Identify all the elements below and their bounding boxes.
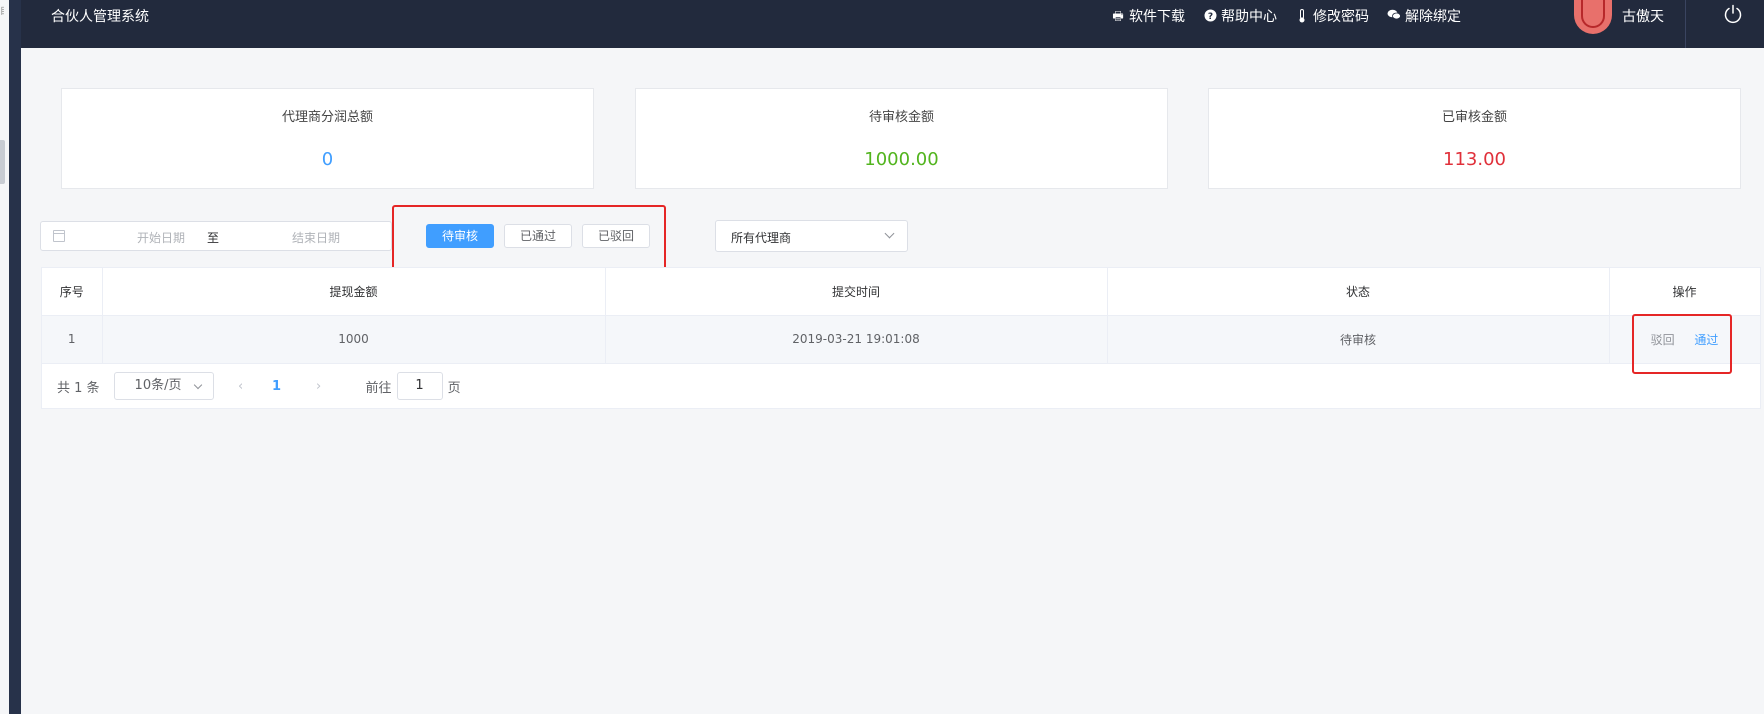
top-nav: 🖶 软件下载 ? 帮助中心 修改密码 解除绑定 xyxy=(1111,6,1461,26)
sidebar-tab[interactable] xyxy=(0,140,5,184)
col-index: 序号 xyxy=(42,268,103,316)
stat-card-reviewed-amount: 已审核金额 113.00 xyxy=(1208,88,1741,189)
nav-software-download[interactable]: 🖶 软件下载 xyxy=(1111,6,1185,26)
nav-label: 帮助中心 xyxy=(1221,9,1277,25)
pagination-total: 共 1 条 xyxy=(57,380,100,396)
end-date-input[interactable]: 结束日期 xyxy=(266,229,366,246)
cell-status: 待审核 xyxy=(1107,315,1610,364)
cell-time: 2019-03-21 19:01:08 xyxy=(605,315,1108,364)
stat-label: 代理商分润总额 xyxy=(281,110,373,125)
next-page-icon[interactable]: › xyxy=(302,379,336,394)
stat-card-pending-amount: 待审核金额 1000.00 xyxy=(635,88,1168,189)
avatar[interactable] xyxy=(1574,0,1612,34)
goto-label: 前往 xyxy=(365,380,392,396)
chevron-down-icon xyxy=(193,380,202,390)
withdrawal-table: 序号 提现金额 提交时间 状态 操作 1 1000 2019-03-21 19:… xyxy=(41,267,1761,409)
cell-amount: 1000 xyxy=(102,315,606,364)
header-divider xyxy=(1685,0,1686,48)
top-bar: 合伙人管理系统 🖶 软件下载 ? 帮助中心 修改密码 解除绑定 古傲天 xyxy=(21,0,1764,48)
table-header-row: 序号 提现金额 提交时间 状态 操作 xyxy=(42,268,1761,316)
printer-icon: 🖶 xyxy=(1112,9,1124,23)
sidebar-mark: 目 xyxy=(0,4,4,28)
start-date-input[interactable]: 开始日期 xyxy=(111,229,211,246)
chat-icon xyxy=(1387,9,1401,23)
goto-page-input[interactable]: 1 xyxy=(396,372,443,400)
power-icon[interactable] xyxy=(1723,4,1743,24)
page-size-value: 10条/页 xyxy=(134,378,182,393)
user-name[interactable]: 古傲天 xyxy=(1622,6,1664,26)
col-amount: 提现金额 xyxy=(102,268,606,316)
prev-page-icon[interactable]: ‹ xyxy=(224,379,258,394)
help-icon: ? xyxy=(1203,9,1217,23)
nav-label: 解除绑定 xyxy=(1405,9,1461,25)
actions-highlight xyxy=(1632,314,1732,374)
app-title: 合伙人管理系统 xyxy=(51,9,149,25)
nav-label: 修改密码 xyxy=(1313,9,1369,25)
pagination: 共 1 条 10条/页 ‹ 1 › 前往 1 页 xyxy=(57,371,461,401)
status-filter-highlight xyxy=(392,205,666,271)
stat-label: 已审核金额 xyxy=(1441,110,1507,125)
page-suffix: 页 xyxy=(447,380,461,396)
page-size-select[interactable]: 10条/页 xyxy=(113,372,214,400)
sidebar-strip xyxy=(0,0,9,714)
agent-select-value: 所有代理商 xyxy=(731,231,792,245)
agent-select[interactable]: 所有代理商 xyxy=(715,220,908,252)
stat-label: 待审核金额 xyxy=(868,110,934,125)
stat-value: 0 xyxy=(321,149,334,170)
svg-text:?: ? xyxy=(1207,12,1212,22)
col-actions: 操作 xyxy=(1609,268,1761,316)
calendar-icon xyxy=(53,230,65,242)
chevron-down-icon xyxy=(884,228,895,239)
col-time: 提交时间 xyxy=(605,268,1108,316)
page-number[interactable]: 1 xyxy=(262,379,292,394)
date-separator: 至 xyxy=(207,231,220,245)
sidebar: 目 xyxy=(0,0,21,714)
thermometer-icon xyxy=(1295,9,1309,23)
col-status: 状态 xyxy=(1107,268,1610,316)
cell-index: 1 xyxy=(42,315,103,364)
stat-value: 1000.00 xyxy=(864,149,939,170)
nav-help-center[interactable]: ? 帮助中心 xyxy=(1203,6,1277,26)
stat-card-total-commission: 代理商分润总额 0 xyxy=(61,88,594,189)
date-range-picker[interactable]: 开始日期 至 结束日期 xyxy=(40,221,392,251)
stat-value: 113.00 xyxy=(1443,149,1506,170)
nav-label: 软件下载 xyxy=(1129,9,1185,25)
nav-unbind[interactable]: 解除绑定 xyxy=(1387,6,1461,26)
table-row: 1 1000 2019-03-21 19:01:08 待审核 驳回 通过 xyxy=(42,315,1761,364)
nav-change-password[interactable]: 修改密码 xyxy=(1295,6,1369,26)
